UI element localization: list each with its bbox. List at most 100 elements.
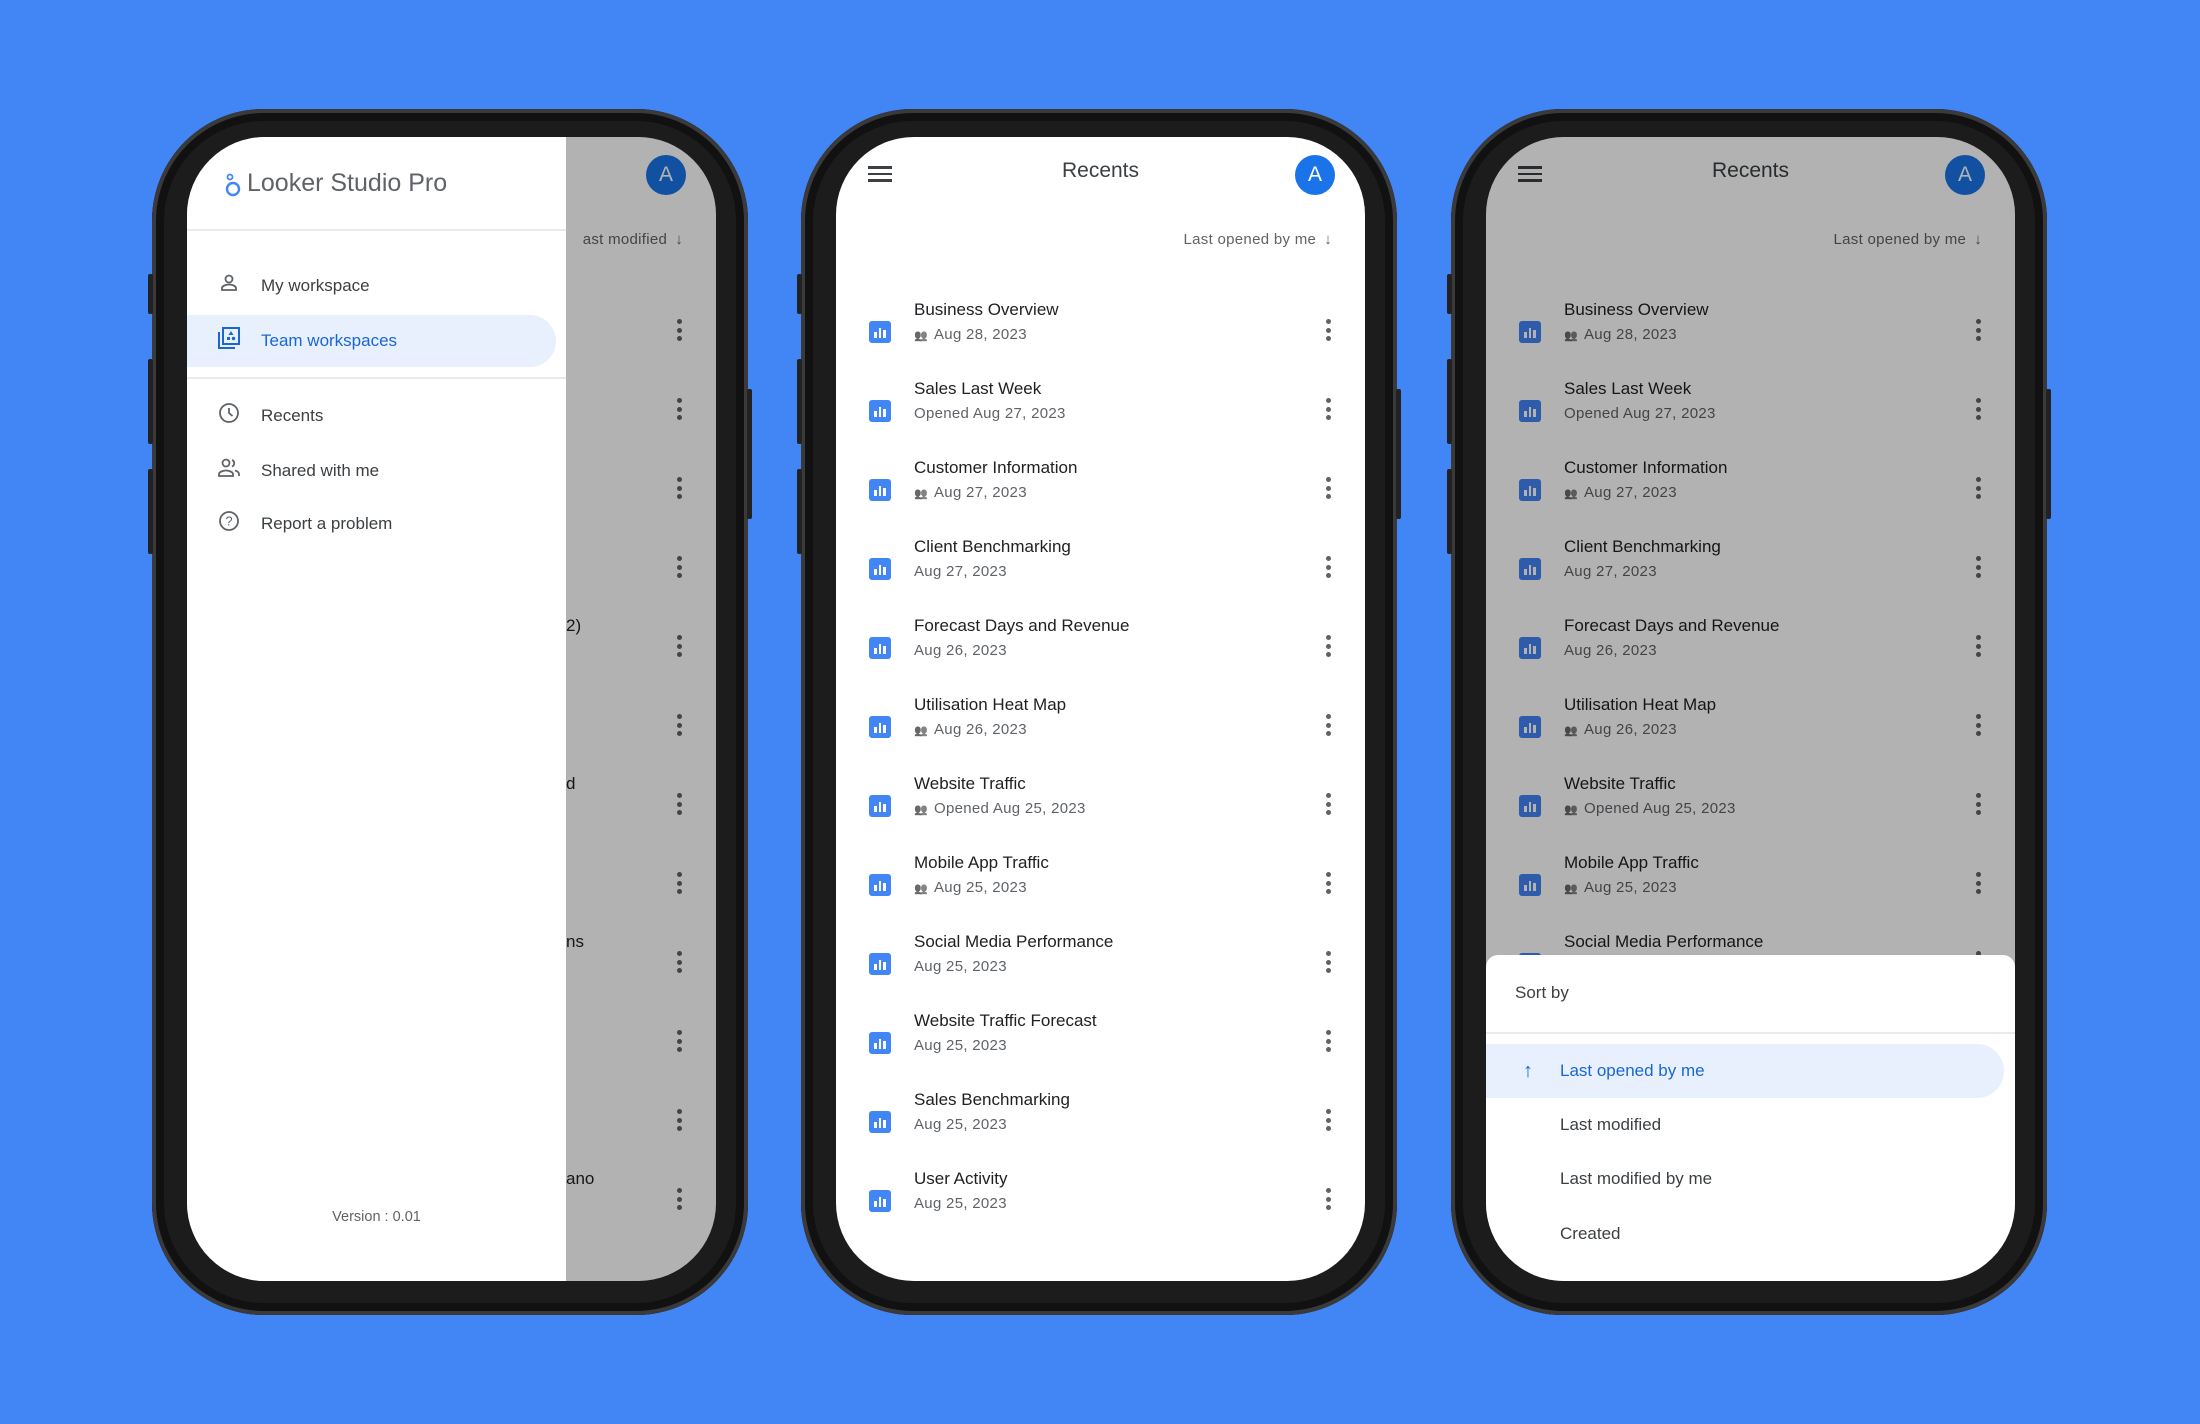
drawer-item-my-workspace[interactable]: My workspace: [187, 260, 556, 312]
shared-people-icon: 👥: [914, 883, 928, 895]
phone-recents: Recents A Last opened by me ↓ Business Ov…: [797, 109, 1401, 1315]
report-chart-icon: [869, 1111, 891, 1133]
item-title: Mobile App Traffic: [914, 853, 1049, 872]
more-vert-icon[interactable]: [1323, 398, 1333, 424]
item-date: Aug 26, 2023: [914, 642, 1007, 659]
item-title: User Activity: [914, 1169, 1008, 1188]
list-item[interactable]: Website Traffic 👥 Opened Aug 25, 2023: [836, 771, 1365, 850]
more-vert-icon[interactable]: [1323, 319, 1333, 345]
list-item[interactable]: Sales Last Week Opened Aug 27, 2023: [836, 376, 1365, 455]
down-arrow-icon: ↓: [1324, 231, 1332, 248]
report-chart-icon: [869, 795, 891, 817]
more-vert-icon[interactable]: [1323, 1030, 1333, 1056]
item-date: Aug 25, 2023: [914, 1037, 1007, 1054]
more-vert-icon[interactable]: [1323, 951, 1333, 977]
navigation-drawer: Looker Studio Pro My workspace Team work…: [187, 137, 566, 1281]
list-item[interactable]: Website Traffic Forecast Aug 25, 2023: [836, 1008, 1365, 1087]
report-chart-icon: [869, 479, 891, 501]
item-date: Aug 25, 2023: [914, 1195, 1007, 1212]
sort-option-last-modified-by-me[interactable]: Last modified by me: [1486, 1152, 2004, 1206]
screen: Recents A Last opened by me ↓ Business Ov…: [836, 137, 1365, 1281]
person-icon: [217, 273, 241, 299]
item-date: Aug 25, 2023: [914, 958, 1007, 975]
version-label: Version : 0.01: [332, 1209, 421, 1225]
item-title: Sales Last Week: [914, 379, 1042, 398]
list-item[interactable]: Utilisation Heat Map 👥 Aug 26, 2023: [836, 692, 1365, 771]
more-vert-icon[interactable]: [1323, 714, 1333, 740]
item-subtitle: 👥 Opened Aug 25, 2023: [914, 800, 1086, 817]
more-vert-icon[interactable]: [1323, 635, 1333, 661]
more-vert-icon[interactable]: [1323, 793, 1333, 819]
list-item[interactable]: Sales Benchmarking Aug 25, 2023: [836, 1087, 1365, 1166]
list-item[interactable]: Social Media Performance Aug 25, 2023: [836, 929, 1365, 1008]
item-title: Customer Information: [914, 458, 1078, 477]
screen: A ast modified ↓ 2) d ns ano Looker Studio P…: [187, 137, 716, 1281]
phone-sort-sheet: Recents A Last opened by me ↓ Business Ov…: [1447, 109, 2051, 1315]
list-item[interactable]: Forecast Days and Revenue Aug 26, 2023: [836, 613, 1365, 692]
item-title: Forecast Days and Revenue: [914, 616, 1130, 635]
svg-text:?: ?: [225, 514, 232, 529]
item-subtitle: 👥 Aug 26, 2023: [914, 721, 1027, 738]
list-item[interactable]: Client Benchmarking Aug 27, 2023: [836, 534, 1365, 613]
drawer-item-shared-with-me[interactable]: Shared with me: [187, 445, 556, 497]
divider: [187, 229, 566, 231]
avatar[interactable]: A: [1295, 155, 1335, 195]
help-circle-icon: ?: [217, 510, 241, 538]
item-date: Aug 25, 2023: [914, 1116, 1007, 1133]
report-chart-icon: [869, 558, 891, 580]
list-item[interactable]: Customer Information 👥 Aug 27, 2023: [836, 455, 1365, 534]
drawer-item-report-a-problem[interactable]: ? Report a problem: [187, 498, 556, 550]
drawer-item-recents[interactable]: Recents: [187, 390, 556, 442]
clock-icon: [217, 402, 241, 430]
report-chart-icon: [869, 400, 891, 422]
item-subtitle: Opened Aug 27, 2023: [914, 405, 1066, 422]
more-vert-icon[interactable]: [1323, 477, 1333, 503]
report-chart-icon: [869, 1190, 891, 1212]
list-item[interactable]: User Activity Aug 25, 2023: [836, 1166, 1365, 1245]
sort-option-created[interactable]: Created: [1486, 1207, 2004, 1261]
item-title: Website Traffic: [914, 774, 1026, 793]
item-subtitle: Aug 27, 2023: [914, 563, 1007, 580]
team-workspace-icon: [217, 326, 241, 356]
sort-bottom-sheet: Sort by ↑ Last opened by me Last modified…: [1486, 955, 2015, 1281]
item-title: Business Overview: [914, 300, 1059, 319]
people-icon: [217, 458, 241, 484]
item-date: Aug 27, 2023: [934, 484, 1027, 501]
screen: Recents A Last opened by me ↓ Business Ov…: [1486, 137, 2015, 1281]
item-subtitle: 👥 Aug 27, 2023: [914, 484, 1027, 501]
more-vert-icon[interactable]: [1323, 1109, 1333, 1135]
shared-people-icon: 👥: [914, 725, 928, 737]
report-chart-icon: [869, 716, 891, 738]
sort-button[interactable]: Last opened by me ↓: [1183, 231, 1332, 248]
item-title: Utilisation Heat Map: [914, 695, 1067, 714]
item-title: Social Media Performance: [914, 932, 1114, 951]
logo: Looker Studio Pro: [225, 169, 447, 198]
divider: [187, 377, 566, 379]
item-date: Opened Aug 27, 2023: [914, 405, 1066, 422]
drawer-item-team-workspaces[interactable]: Team workspaces: [187, 315, 556, 367]
report-chart-icon: [869, 953, 891, 975]
item-title: Website Traffic Forecast: [914, 1011, 1097, 1030]
more-vert-icon[interactable]: [1323, 872, 1333, 898]
up-arrow-icon: ↑: [1523, 1059, 1533, 1082]
page-title: Recents: [1061, 159, 1140, 182]
item-subtitle: Aug 25, 2023: [914, 1037, 1007, 1054]
divider: [1486, 1032, 2015, 1034]
shared-people-icon: 👥: [914, 804, 928, 816]
list-item[interactable]: Business Overview 👥 Aug 28, 2023: [836, 297, 1365, 376]
phone-drawer: A ast modified ↓ 2) d ns ano Looker Studio P…: [148, 109, 752, 1315]
item-subtitle: Aug 25, 2023: [914, 958, 1007, 975]
item-subtitle: 👥 Aug 25, 2023: [914, 879, 1027, 896]
sort-option-last-opened-by-me[interactable]: ↑ Last opened by me: [1486, 1044, 2004, 1098]
more-vert-icon[interactable]: [1323, 1188, 1333, 1214]
report-chart-icon: [869, 874, 891, 896]
more-vert-icon[interactable]: [1323, 556, 1333, 582]
report-chart-icon: [869, 637, 891, 659]
item-date: Aug 26, 2023: [934, 721, 1027, 738]
sort-option-last-modified[interactable]: Last modified: [1486, 1098, 2004, 1152]
item-title: Sales Benchmarking: [914, 1090, 1070, 1109]
report-chart-icon: [869, 321, 891, 343]
item-subtitle: Aug 26, 2023: [914, 642, 1007, 659]
list-item[interactable]: Mobile App Traffic 👥 Aug 25, 2023: [836, 850, 1365, 929]
item-date: Aug 27, 2023: [914, 563, 1007, 580]
